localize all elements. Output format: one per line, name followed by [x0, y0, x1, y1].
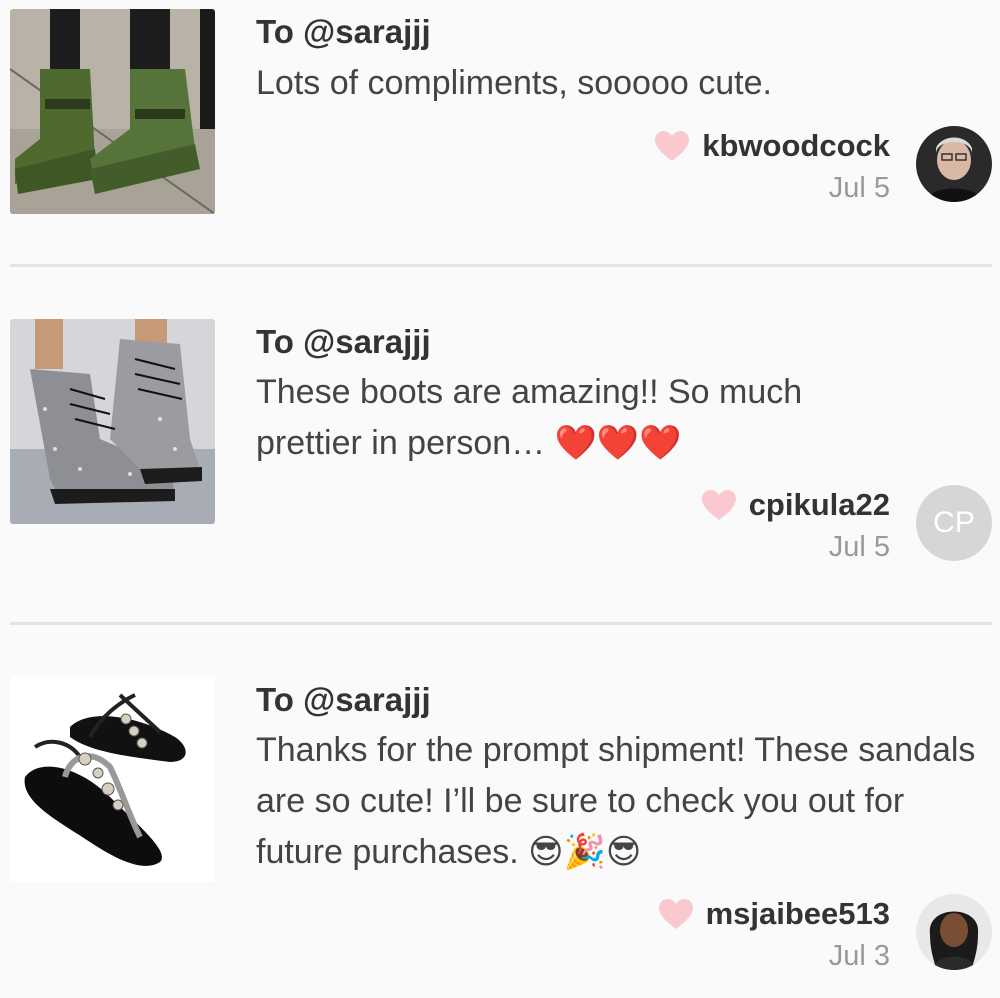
review-meta: kbwoodcock Jul 5 [654, 124, 890, 205]
reviewer-row: kbwoodcock [654, 124, 890, 168]
recipient-label: To @sarajjj [256, 681, 431, 718]
reviewer-row: cpikula22 [701, 483, 890, 527]
reviewer-avatar[interactable] [916, 126, 992, 202]
recipient-label: To @sarajjj [256, 323, 431, 360]
review-date: Jul 5 [828, 531, 890, 563]
product-thumbnail-green-boots[interactable] [10, 9, 215, 214]
reviewer-username[interactable]: cpikula22 [749, 487, 890, 523]
review-text: Thanks for the prompt shipment! These sa… [256, 725, 976, 878]
reviewer-username[interactable]: msjaibee513 [706, 896, 890, 932]
review-text: Lots of compliments, sooooo cute. [256, 58, 976, 109]
reviewer-avatar[interactable] [916, 894, 992, 970]
recipient-label: To @sarajjj [256, 13, 431, 50]
sunglasses-party-emoji: 😎🎉😎 [528, 833, 642, 871]
review-meta: msjaibee513 Jul 3 [658, 892, 890, 973]
heart-icon[interactable] [701, 489, 737, 521]
review-date: Jul 3 [828, 940, 890, 972]
reviewer-row: msjaibee513 [658, 892, 890, 936]
review-body: These boots are amazing!! So much pretti… [256, 373, 803, 462]
product-thumbnail-glitter-boots[interactable] [10, 319, 215, 524]
reviewer-username[interactable]: kbwoodcock [702, 128, 890, 164]
review-body: Lots of compliments, sooooo cute. [256, 64, 772, 102]
heart-icon[interactable] [658, 898, 694, 930]
review-text: These boots are amazing!! So much pretti… [256, 367, 816, 469]
product-thumbnail-jeweled-sandals[interactable] [10, 677, 215, 882]
divider [10, 622, 992, 625]
reviewer-avatar[interactable]: CP [916, 485, 992, 561]
review-meta: cpikula22 Jul 5 [701, 483, 890, 564]
divider [10, 264, 992, 267]
hearts-emoji: ❤️❤️❤️ [554, 424, 682, 462]
review-date: Jul 5 [828, 172, 890, 204]
heart-icon[interactable] [654, 130, 690, 162]
